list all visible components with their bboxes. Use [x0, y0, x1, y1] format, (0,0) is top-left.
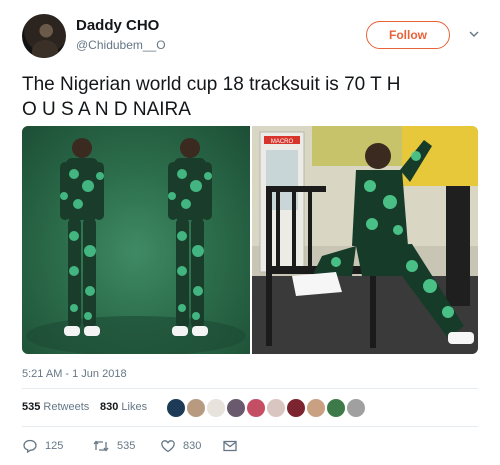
- chevron-down-icon[interactable]: [468, 28, 480, 40]
- likes-count: 830: [100, 401, 119, 413]
- user-handle[interactable]: @Chidubem__O: [76, 38, 166, 52]
- reply-count: 125: [45, 440, 64, 452]
- retweet-icon: [93, 440, 109, 452]
- photo-right-illustration: MACRO: [252, 126, 478, 354]
- reply-button[interactable]: 125: [22, 436, 63, 456]
- retweets-stat[interactable]: 535 Retweets: [22, 401, 89, 413]
- tweet-timestamp[interactable]: 5:21 AM - 1 Jun 2018: [22, 368, 127, 380]
- heart-icon: [161, 440, 175, 453]
- liker-avatar[interactable]: [266, 398, 286, 418]
- follow-button[interactable]: Follow: [366, 21, 450, 49]
- divider-bottom: [22, 426, 478, 427]
- reply-icon: [23, 439, 37, 454]
- liker-avatar[interactable]: [286, 398, 306, 418]
- liker-avatar[interactable]: [326, 398, 346, 418]
- retweets-label: Retweets: [43, 401, 90, 413]
- photo-left-illustration: [26, 138, 246, 354]
- photo-two-men-green-tracksuit[interactable]: [22, 126, 250, 354]
- liker-avatar[interactable]: [166, 398, 186, 418]
- tweet-text: The Nigerian world cup 18 tracksuit is 7…: [22, 74, 401, 120]
- retweet-button[interactable]: 535: [92, 436, 135, 456]
- like-button[interactable]: 830: [160, 436, 201, 456]
- likes-stat[interactable]: 830 Likes: [100, 401, 147, 413]
- retweet-count: 535: [117, 440, 136, 452]
- retweets-count: 535: [22, 401, 41, 413]
- liker-avatar[interactable]: [226, 398, 246, 418]
- tweet-actions: 125 535 830: [22, 436, 322, 456]
- tweet-header: Daddy CHO @Chidubem__O Follow: [22, 14, 482, 60]
- like-count: 830: [183, 440, 202, 452]
- likes-label: Likes: [121, 401, 148, 413]
- direct-message-button[interactable]: [222, 436, 238, 456]
- avatar[interactable]: [22, 14, 66, 58]
- vending-machine-sign: MACRO: [271, 139, 294, 145]
- liker-avatar[interactable]: [346, 398, 366, 418]
- tweet-media[interactable]: MACRO: [22, 126, 478, 354]
- tweet-stats: 535 Retweets 830 Likes: [22, 398, 478, 420]
- liker-avatar[interactable]: [186, 398, 206, 418]
- liker-avatar[interactable]: [306, 398, 326, 418]
- liker-avatar[interactable]: [206, 398, 226, 418]
- envelope-icon: [223, 440, 237, 452]
- display-name[interactable]: Daddy CHO: [76, 17, 159, 34]
- liker-avatar[interactable]: [246, 398, 266, 418]
- photo-man-seated-green-tracksuit[interactable]: MACRO: [252, 126, 478, 354]
- divider-top: [22, 388, 478, 389]
